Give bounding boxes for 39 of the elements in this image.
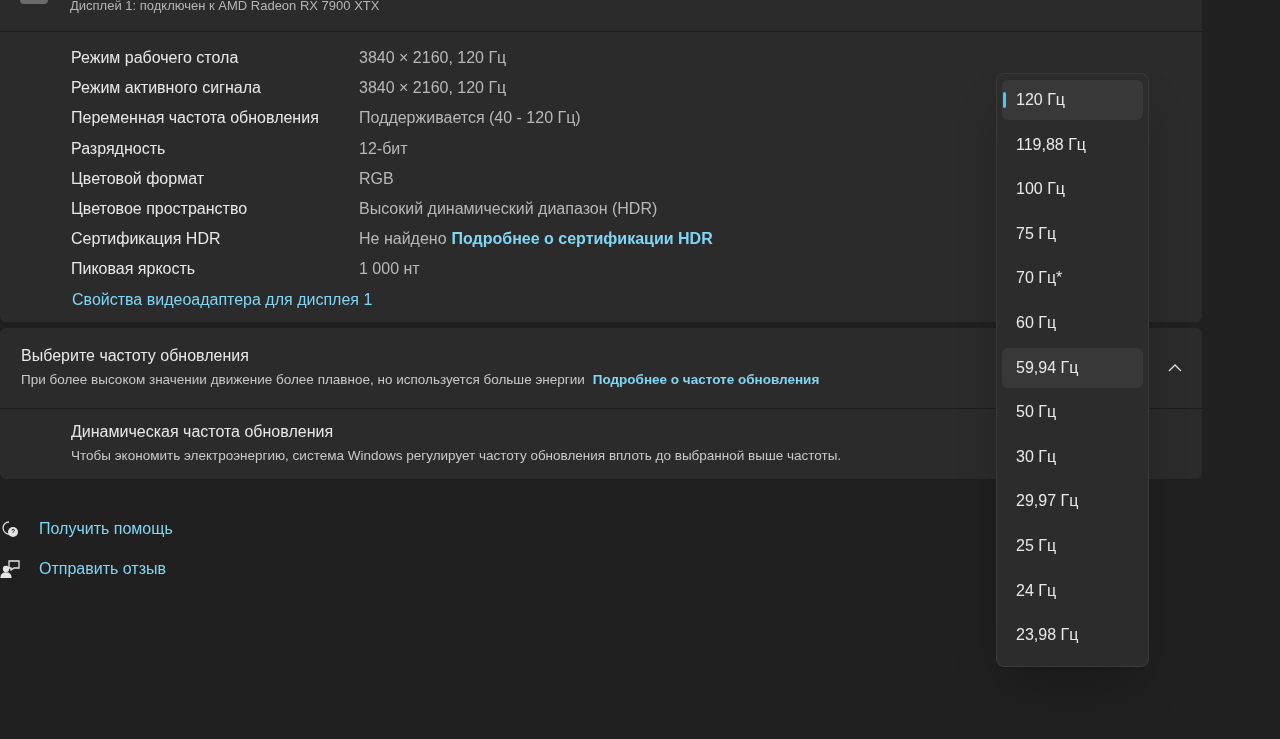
refresh-rate-option[interactable]: 23,98 Гц — [1002, 615, 1143, 656]
detail-label: Цветовое пространство — [70, 199, 249, 220]
detail-value: 12-бит — [359, 138, 408, 159]
detail-label: Режим активного сигнала — [70, 78, 262, 99]
detail-value: RGB — [359, 168, 394, 189]
refresh-rate-option[interactable]: 25 Гц — [1002, 525, 1143, 566]
detail-value: Не найдено — [359, 229, 447, 250]
detail-value: Высокий динамический диапазон (HDR) — [359, 199, 658, 220]
refresh-rate-option[interactable]: 59,94 Гц — [1002, 347, 1143, 388]
refresh-rate-option[interactable]: 75 Гц — [1002, 213, 1143, 254]
detail-label: Пиковая яркость — [70, 259, 197, 280]
footer-link[interactable]: Отправить отзыв — [39, 556, 166, 581]
refresh-rate-option[interactable]: 29,97 Гц — [1002, 481, 1143, 522]
refresh-rate-option[interactable]: 100 Гц — [1002, 169, 1143, 210]
dynamic-refresh-description: Чтобы экономить электроэнергию, система Windows регулирует частоту обновления вплоть до выбранной выше частоты. — [71, 447, 842, 466]
selection-indicator — [1003, 92, 1006, 108]
refresh-rate-option[interactable]: 24 Гц — [1002, 570, 1143, 611]
refresh-rate-title: Выберите частоту обновления — [21, 346, 250, 367]
detail-label: Цветовой формат — [70, 168, 205, 189]
chevron-up-icon[interactable] — [1168, 363, 1182, 372]
monitor-icon — [20, 0, 48, 4]
hdr-certification-link[interactable]: Подробнее о сертификации HDR — [451, 227, 713, 252]
detail-label: Разрядность — [70, 138, 167, 159]
detail-value: 1 000 нт — [359, 259, 420, 280]
detail-label: Переменная частота обновления — [70, 108, 320, 129]
detail-label: Режим рабочего стола — [70, 48, 240, 69]
refresh-rate-option[interactable]: 119,88 Гц — [1002, 124, 1143, 165]
display-subtitle: Дисплей 1: подключен к AMD Radeon RX 7900 XTX — [70, 0, 380, 12]
refresh-rate-option[interactable]: 30 Гц — [1002, 436, 1143, 477]
detail-value: Поддерживается (40 - 120 Гц) — [359, 108, 581, 129]
footer-link[interactable]: Получить помощь — [39, 516, 173, 541]
detail-label: Сертификация HDR — [70, 229, 222, 250]
refresh-rate-description: При более высоком значении движение более плавное, но используется больше энергии — [21, 371, 585, 390]
refresh-rate-link[interactable]: Подробнее о частоте обновления — [592, 370, 820, 391]
refresh-rate-option[interactable]: 120 Гц — [1002, 80, 1143, 120]
detail-value: 3840 × 2160, 120 Гц — [359, 48, 507, 69]
dynamic-refresh-title: Динамическая частота обновления — [71, 422, 334, 443]
person-feedback-icon — [0, 558, 20, 579]
detail-value: 3840 × 2160, 120 Гц — [359, 78, 507, 99]
